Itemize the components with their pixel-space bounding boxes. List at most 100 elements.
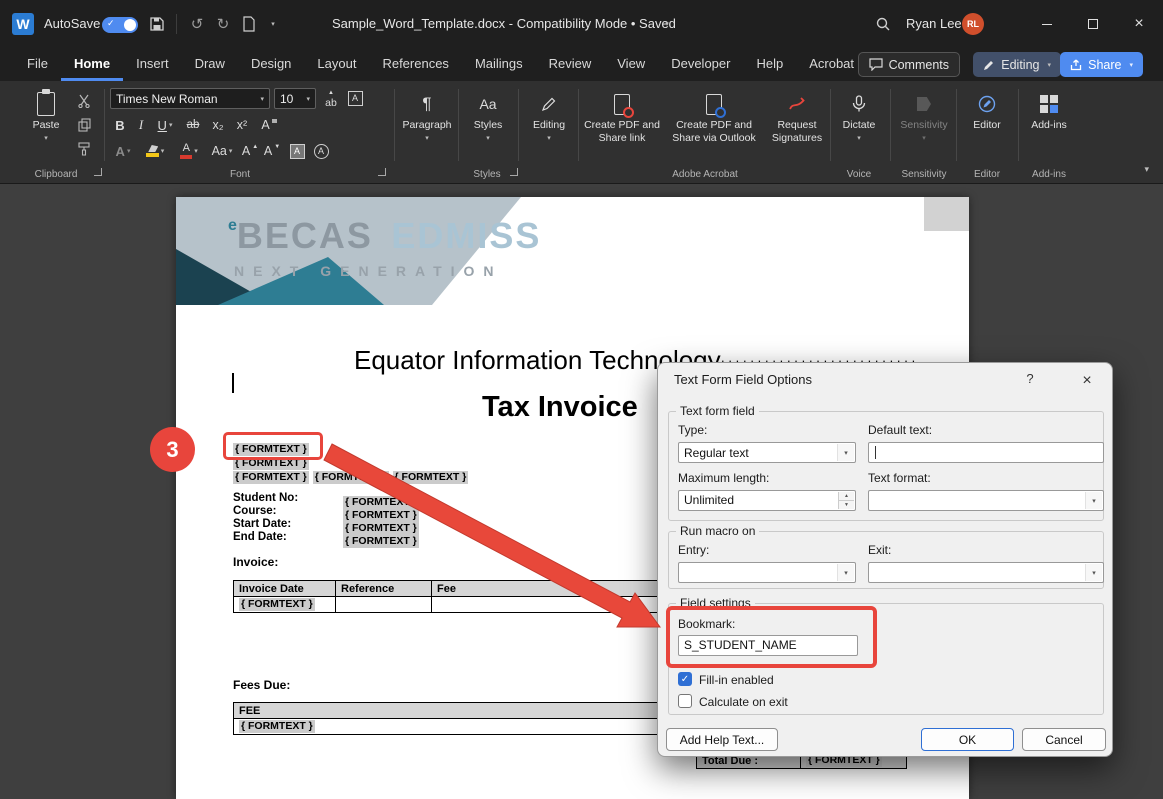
tab-design[interactable]: Design <box>238 48 304 81</box>
copy-icon[interactable] <box>74 115 94 135</box>
text-form-field-options-dialog[interactable]: Text Form Field Options ? × Text form fi… <box>657 362 1113 757</box>
clipboard-dialog-launcher[interactable] <box>94 168 102 176</box>
quick-access-chevron-icon[interactable]: ▾ <box>262 12 284 36</box>
editing-mode-button[interactable]: Editing ▾ <box>973 52 1061 77</box>
sensitivity-button[interactable]: Sensitivity ▾ <box>894 87 954 167</box>
bookmark-highlight-box <box>666 606 877 668</box>
cut-icon[interactable] <box>74 91 94 111</box>
request-signatures-button[interactable]: Request Signatures <box>766 87 828 167</box>
tab-view[interactable]: View <box>604 48 658 81</box>
styles-button[interactable]: Aa Styles ▾ <box>462 87 514 167</box>
tab-developer[interactable]: Developer <box>658 48 743 81</box>
formtext-field-row[interactable]: { FORMTEXT }{ FORMTEXT }{ FORMTEXT } <box>233 467 468 485</box>
document-title[interactable]: Sample_Word_Template.docx - Compatibilit… <box>332 0 676 48</box>
search-icon[interactable] <box>872 12 894 36</box>
exit-dropdown[interactable]: ▾ <box>868 562 1104 583</box>
tab-mailings[interactable]: Mailings <box>462 48 536 81</box>
highlight-color-button[interactable]: ▾ <box>142 141 168 161</box>
sensitivity-label: Sensitivity <box>900 119 947 132</box>
create-pdf-share-outlook-label: Create PDF and Share via Outlook <box>666 119 762 145</box>
ok-button[interactable]: OK <box>921 728 1014 751</box>
share-button[interactable]: Share ▾ <box>1060 52 1143 77</box>
add-ins-button[interactable]: Add-ins <box>1022 87 1076 167</box>
paste-button[interactable]: Paste ▾ <box>22 87 70 167</box>
editor-button[interactable]: Editor <box>960 87 1014 167</box>
character-border-icon[interactable]: A <box>346 88 364 108</box>
editing-group-button[interactable]: Editing ▾ <box>522 87 576 167</box>
tab-references[interactable]: References <box>369 48 461 81</box>
text-format-dropdown[interactable]: ▾ <box>868 490 1104 511</box>
bold-button[interactable]: B <box>110 115 130 135</box>
italic-button[interactable]: I <box>132 115 150 135</box>
dialog-help-button[interactable]: ? <box>1020 371 1040 386</box>
tab-layout[interactable]: Layout <box>304 48 369 81</box>
document-title-chevron-icon[interactable]: ▾ <box>656 12 678 36</box>
shrink-font-button[interactable]: A▼ <box>262 141 282 161</box>
strikethrough-button[interactable]: ab <box>182 115 204 135</box>
minimize-icon <box>1042 24 1052 25</box>
word-app-icon[interactable]: W <box>12 13 34 35</box>
change-case-button[interactable]: Aa▾ <box>208 141 236 161</box>
cancel-button[interactable]: Cancel <box>1022 728 1106 751</box>
maximize-button[interactable] <box>1070 0 1116 48</box>
add-help-text-button[interactable]: Add Help Text... <box>666 728 778 751</box>
enclose-characters-button[interactable]: A <box>312 141 330 161</box>
ribbon-divider <box>458 89 459 161</box>
type-dropdown[interactable]: Regular text ▾ <box>678 442 856 463</box>
font-dialog-launcher[interactable] <box>378 168 386 176</box>
comments-button[interactable]: Comments <box>858 52 960 77</box>
spinner-buttons[interactable]: ▲▼ <box>838 492 854 509</box>
minimize-button[interactable] <box>1024 0 1070 48</box>
clear-formatting-button[interactable]: A <box>258 115 280 135</box>
pdf-share-link-icon <box>614 94 630 115</box>
font-color-button[interactable]: A▾ <box>176 141 202 161</box>
end-date-field[interactable]: { FORMTEXT } <box>343 531 419 549</box>
collapse-ribbon-icon[interactable]: ▾ <box>1144 164 1149 175</box>
document-icon[interactable] <box>238 12 260 36</box>
entry-dropdown-arrow-icon: ▾ <box>837 564 854 581</box>
default-text-input[interactable] <box>868 442 1104 463</box>
text-effects-button[interactable]: A▾ <box>110 141 136 161</box>
calculate-on-exit-checkbox[interactable] <box>678 694 692 708</box>
autosave-toggle[interactable]: ✓ <box>102 17 138 33</box>
tab-review[interactable]: Review <box>536 48 605 81</box>
grow-font-button[interactable]: A▲ <box>240 141 260 161</box>
course-label: Course: <box>233 505 276 517</box>
dialog-close-button[interactable]: × <box>1074 368 1100 394</box>
maximum-length-spinner[interactable]: Unlimited ▲▼ <box>678 490 856 511</box>
user-avatar[interactable]: RL <box>962 13 984 35</box>
superscript-button[interactable]: x² <box>232 115 252 135</box>
tab-file[interactable]: File <box>14 48 61 81</box>
paragraph-button[interactable]: ¶ Paragraph ▾ <box>398 87 456 167</box>
tab-acrobat[interactable]: Acrobat <box>796 48 867 81</box>
format-painter-icon[interactable] <box>74 139 94 159</box>
undo-icon[interactable]: ↺ <box>186 12 208 36</box>
tab-help[interactable]: Help <box>743 48 796 81</box>
save-icon[interactable] <box>146 12 168 36</box>
tab-home[interactable]: Home <box>61 48 123 81</box>
fill-in-enabled-checkbox[interactable]: ✓ <box>678 672 692 686</box>
create-pdf-share-outlook-button[interactable]: Create PDF and Share via Outlook <box>666 87 762 167</box>
user-name[interactable]: Ryan Lee <box>906 0 962 48</box>
entry-dropdown[interactable]: ▾ <box>678 562 856 583</box>
invoice-date-cell[interactable]: { FORMTEXT } <box>234 597 336 613</box>
reference-cell[interactable] <box>336 597 432 613</box>
underline-button[interactable]: U▾ <box>152 115 178 135</box>
entry-label: Entry: <box>678 543 709 557</box>
ribbon-divider <box>956 89 957 161</box>
character-shading-button[interactable]: A <box>288 141 306 161</box>
font-name-combo[interactable]: Times New Roman ▾ <box>110 88 270 109</box>
pdf-share-outlook-icon <box>706 94 722 115</box>
font-size-combo[interactable]: 10 ▾ <box>274 88 316 109</box>
autosave-toggle-knob <box>124 19 136 31</box>
phonetic-guide-icon[interactable]: ▲ab <box>320 88 342 108</box>
redo-icon[interactable]: ↻ <box>212 12 234 36</box>
close-button[interactable]: × <box>1116 0 1162 48</box>
styles-dialog-launcher[interactable] <box>510 168 518 176</box>
create-pdf-share-link-button[interactable]: Create PDF and Share link <box>582 87 662 167</box>
tab-insert[interactable]: Insert <box>123 48 182 81</box>
subscript-button[interactable]: x₂ <box>208 115 228 135</box>
dictate-button[interactable]: Dictate ▾ <box>834 87 884 167</box>
microphone-icon <box>851 95 867 113</box>
tab-draw[interactable]: Draw <box>182 48 238 81</box>
